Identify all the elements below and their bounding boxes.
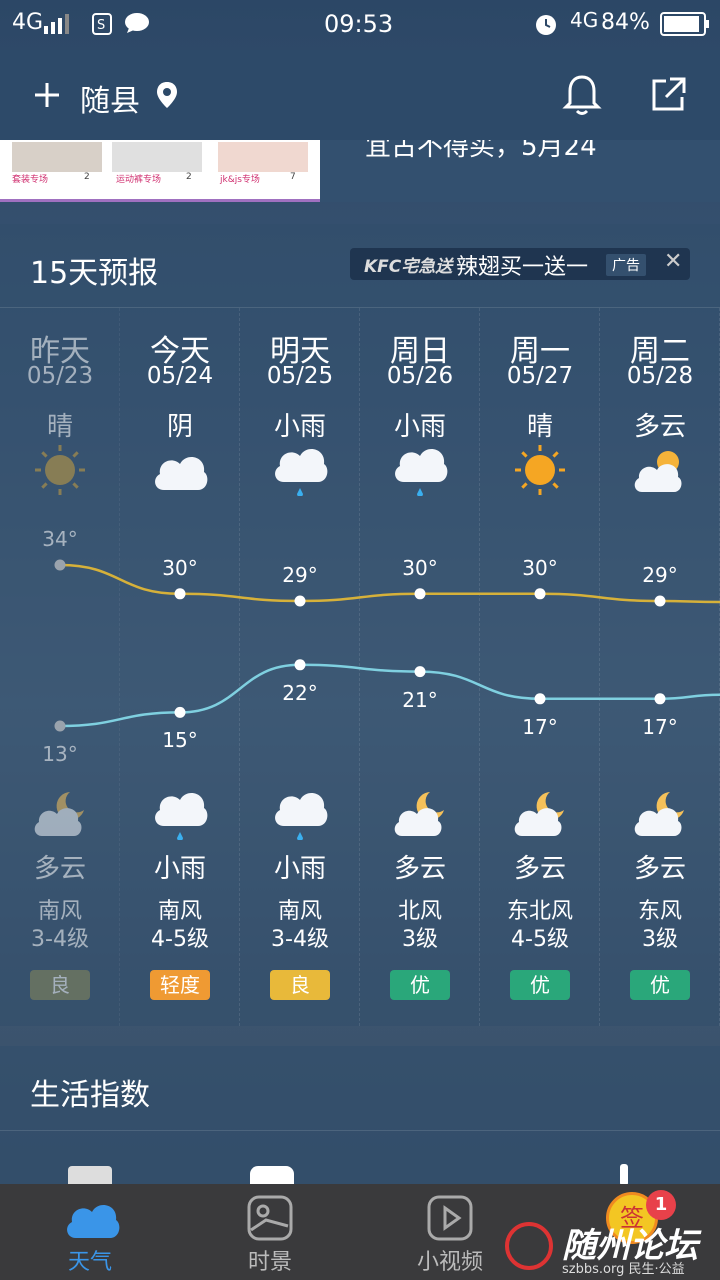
nav-label: 小视频 — [416, 1250, 483, 1275]
forum-logo-icon — [505, 1222, 553, 1270]
nav-weather[interactable]: 天气 — [30, 1184, 150, 1280]
high-temp-point — [174, 588, 186, 600]
high-temp-point — [54, 559, 66, 571]
clothing-index-icon[interactable] — [68, 1166, 112, 1186]
ad-thumb-label: jk&js专场 — [220, 175, 260, 185]
high-temp-point — [294, 595, 306, 607]
divider — [0, 1130, 720, 1131]
ad-thumb — [112, 142, 202, 172]
notification-badge: 1 — [646, 1190, 676, 1220]
ad-thumb-label: 套装专场 — [12, 175, 49, 185]
battery-icon — [660, 12, 710, 42]
bottom-nav: 天气 时景 小视频 签 1 随州论坛 szbbs.org 民生·公益 — [0, 1184, 720, 1280]
play-icon — [427, 1195, 473, 1241]
notification-button[interactable] — [557, 70, 607, 120]
battery-percent: 84% — [601, 10, 650, 35]
location-pin-icon — [142, 70, 192, 120]
city-name[interactable]: 随县 — [80, 76, 140, 120]
low-temp-point — [54, 720, 66, 732]
ad-text: 宜古不得买，5月24 — [365, 140, 597, 162]
low-temp-label: 17° — [642, 714, 678, 739]
app-header: 随县 — [0, 50, 720, 140]
share-icon — [652, 77, 686, 111]
life-index-title: 生活指数 — [30, 1078, 150, 1113]
ad-thumb-count: 2 — [186, 172, 192, 182]
temperature-chart — [54, 559, 720, 732]
low-temp-label: 17° — [522, 714, 558, 739]
umbrella-index-icon[interactable] — [620, 1164, 628, 1186]
high-temp-point — [654, 595, 666, 607]
signal-icon — [44, 14, 72, 40]
high-temp-label: 34° — [42, 527, 78, 551]
alarm-icon — [533, 11, 559, 43]
plus-icon — [35, 83, 59, 107]
svg-text:S: S — [97, 18, 105, 33]
add-city-button[interactable] — [22, 70, 72, 120]
high-temp-label: 30° — [522, 555, 558, 580]
high-temp-point — [414, 588, 426, 600]
nav-label: 天气 — [67, 1250, 112, 1275]
low-temp-point — [294, 659, 306, 671]
message-icon — [124, 12, 150, 40]
low-temp-label: 13° — [42, 742, 78, 766]
low-temp-point — [414, 666, 426, 678]
high-temp-label: 30° — [162, 555, 198, 580]
scenery-icon — [247, 1195, 293, 1241]
low-temp-label: 15° — [162, 728, 198, 753]
network-label: 4G — [12, 10, 44, 35]
ad-thumb-count: 7 — [290, 172, 296, 182]
ad-thumb — [12, 142, 102, 172]
high-temp-label: 29° — [282, 563, 318, 587]
network-label-2: 4G — [570, 8, 599, 32]
ad-image: 套装专场 2 运动裤专场 2 jk&js专场 7 — [0, 140, 320, 202]
clock-time: 09:53 — [324, 10, 394, 38]
low-temp-label: 21° — [402, 687, 438, 712]
high-temp-point — [534, 588, 546, 600]
high-temp-label: 29° — [642, 563, 678, 587]
life-index-card: 生活指数 — [0, 1046, 720, 1186]
watermark-sub: szbbs.org 民生·公益 — [562, 1262, 685, 1277]
nav-label: 时景 — [247, 1250, 292, 1275]
share-button[interactable] — [643, 70, 693, 120]
sim-icon: S — [92, 13, 114, 41]
cloud-icon — [67, 1205, 120, 1238]
bell-icon — [562, 75, 602, 115]
low-temp-point — [654, 693, 666, 705]
status-bar: 4G S 09:53 4G 84% — [0, 0, 720, 50]
shirt-index-icon[interactable] — [250, 1166, 294, 1186]
low-temp-label: 22° — [282, 680, 318, 705]
ad-thumb — [218, 142, 308, 172]
low-temp-point — [174, 706, 186, 718]
high-temp-label: 30° — [402, 555, 438, 580]
forecast-card: 15天预报 KFC宅急送 辣翅买一送一 广告 ✕ 昨天 05/23 晴多云 南风 3-4… — [0, 224, 720, 1026]
nav-video[interactable]: 小视频 — [390, 1184, 510, 1280]
ad-thumb-label: 运动裤专场 — [116, 175, 162, 185]
nav-scenery[interactable]: 时景 — [210, 1184, 330, 1280]
ad-thumb-count: 2 — [84, 172, 90, 182]
top-ad-banner[interactable]: 套装专场 2 运动裤专场 2 jk&js专场 7 宜古不得买，5月24 — [0, 140, 720, 202]
low-temp-point — [534, 693, 546, 705]
